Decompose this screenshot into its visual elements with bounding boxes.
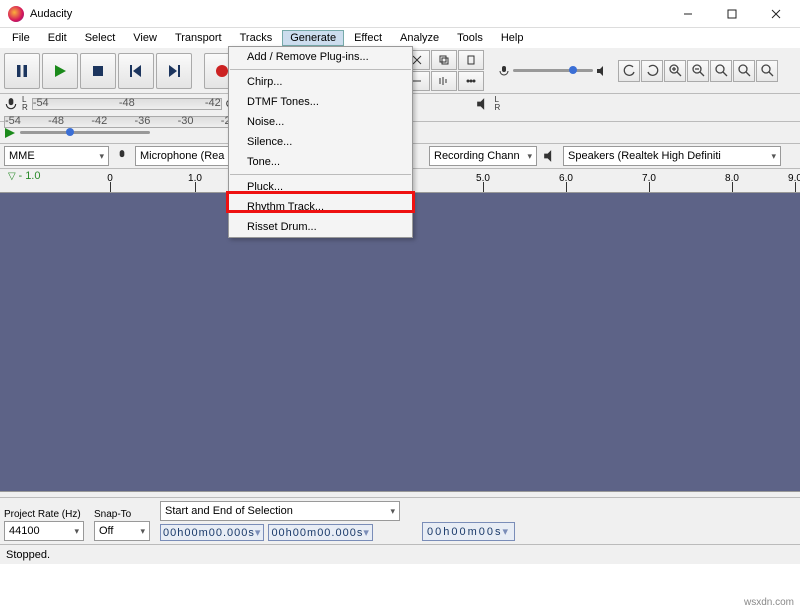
menuitem-risset-drum[interactable]: Risset Drum...: [229, 217, 412, 237]
mic-icon: [498, 65, 510, 77]
stop-button[interactable]: [80, 53, 116, 89]
menuitem-silence[interactable]: Silence...: [229, 132, 412, 152]
menu-separator: [230, 174, 411, 175]
zoom-fit-button[interactable]: [733, 60, 755, 82]
audio-position-time[interactable]: 00h00m00s▾: [422, 522, 515, 541]
speaker-icon: [543, 149, 557, 163]
menuitem-pluck[interactable]: Pluck...: [229, 177, 412, 197]
maximize-button[interactable]: [710, 0, 754, 28]
menuitem-rhythm-track[interactable]: Rhythm Track...: [229, 197, 412, 217]
playback-device-select[interactable]: Speakers (Realtek High Definiti▾: [563, 146, 781, 166]
pause-button[interactable]: [4, 53, 40, 89]
zoom-toggle-button[interactable]: [756, 60, 778, 82]
speaker-icon: [596, 65, 608, 77]
zoom-sel-button[interactable]: [710, 60, 732, 82]
copy-tool-button[interactable]: [431, 50, 457, 70]
selection-end-time[interactable]: 00h00m00.000s▾: [268, 524, 372, 541]
paste-tool-button[interactable]: [458, 50, 484, 70]
edit-toolbar: [618, 60, 778, 82]
menuitem-dtmf-tones[interactable]: DTMF Tones...: [229, 92, 412, 112]
menuitem-tone[interactable]: Tone...: [229, 152, 412, 172]
mic-icon: [115, 149, 129, 163]
snap-label: Snap-To: [94, 509, 150, 520]
menu-tracks[interactable]: Tracks: [232, 30, 281, 46]
meter-lr-label-2: LR: [494, 96, 500, 112]
record-meter[interactable]: -54-48-42: [32, 98, 222, 110]
status-text: Stopped.: [6, 549, 50, 561]
play-at-speed-icon[interactable]: [4, 127, 16, 139]
zoom-in-button[interactable]: [664, 60, 686, 82]
menuitem-add-remove-plugins[interactable]: Add / Remove Plug-ins...: [229, 47, 412, 67]
menubar: File Edit Select View Transport Tracks G…: [0, 28, 800, 48]
record-device-select[interactable]: Microphone (Rea: [135, 146, 235, 166]
app-logo-icon: [8, 6, 24, 22]
menu-generate[interactable]: Generate: [282, 30, 344, 46]
watermark: wsxdn.com: [744, 597, 794, 608]
selection-range-select[interactable]: Start and End of Selection▾: [160, 501, 400, 521]
host-api-select[interactable]: MME▾: [4, 146, 109, 166]
play-speed-slider[interactable]: [20, 126, 150, 140]
silence-tool-button[interactable]: [431, 71, 457, 91]
record-channels-select[interactable]: Recording Chann▾: [429, 146, 537, 166]
menu-separator: [230, 69, 411, 70]
play-button[interactable]: [42, 53, 78, 89]
project-rate-label: Project Rate (Hz): [4, 509, 84, 520]
play-meter-speaker-icon: [476, 97, 490, 111]
skip-end-button[interactable]: [156, 53, 192, 89]
menuitem-chirp[interactable]: Chirp...: [229, 72, 412, 92]
undo-button[interactable]: [618, 60, 640, 82]
menu-file[interactable]: File: [4, 30, 38, 46]
generate-dropdown: Add / Remove Plug-ins... Chirp... DTMF T…: [228, 46, 413, 238]
menu-select[interactable]: Select: [77, 30, 124, 46]
selection-start-time[interactable]: 00h00m00.000s▾: [160, 524, 264, 541]
redo-button[interactable]: [641, 60, 663, 82]
menu-analyze[interactable]: Analyze: [392, 30, 447, 46]
tools-grid: [404, 50, 484, 91]
zoom-out-button[interactable]: [687, 60, 709, 82]
meter-lr-label: LR: [22, 96, 28, 112]
selection-toolbar: Project Rate (Hz) 44100▾ Snap-To Off▾ St…: [0, 497, 800, 544]
more-tool-button[interactable]: [458, 71, 484, 91]
project-rate-select[interactable]: 44100▾: [4, 521, 84, 541]
menu-transport[interactable]: Transport: [167, 30, 230, 46]
statusbar: Stopped.: [0, 544, 800, 564]
menu-effect[interactable]: Effect: [346, 30, 390, 46]
close-button[interactable]: [754, 0, 798, 28]
menu-help[interactable]: Help: [493, 30, 532, 46]
snap-select[interactable]: Off▾: [94, 521, 150, 541]
skip-start-button[interactable]: [118, 53, 154, 89]
window-title: Audacity: [30, 8, 72, 20]
titlebar: Audacity: [0, 0, 800, 28]
menu-tools[interactable]: Tools: [449, 30, 491, 46]
rec-meter-mic-icon: [4, 97, 18, 111]
record-volume-slider[interactable]: [498, 64, 608, 78]
menuitem-noise[interactable]: Noise...: [229, 112, 412, 132]
menu-view[interactable]: View: [125, 30, 165, 46]
minimize-button[interactable]: [666, 0, 710, 28]
menu-edit[interactable]: Edit: [40, 30, 75, 46]
